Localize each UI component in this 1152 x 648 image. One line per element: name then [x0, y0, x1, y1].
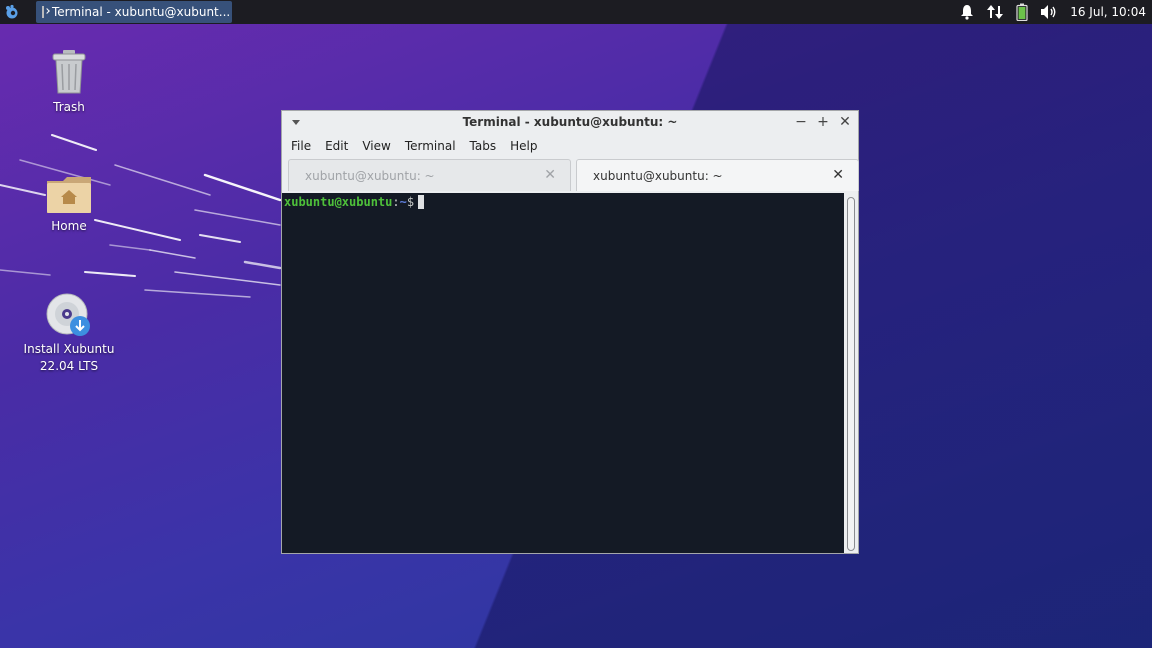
whisker-menu-button[interactable] — [0, 0, 24, 24]
terminal-scrollbar[interactable] — [845, 195, 857, 551]
tab-close-icon[interactable]: ✕ — [544, 167, 556, 183]
maximize-button[interactable]: + — [814, 113, 832, 131]
desktop-icon-label-line1: Install Xubuntu — [23, 342, 115, 356]
system-tray: 16 Jul, 10:04 — [960, 0, 1146, 24]
tab-2-active[interactable]: xubuntu@xubuntu: ~ ✕ — [576, 159, 859, 191]
minimize-button[interactable]: − — [792, 113, 810, 131]
terminal-window: Terminal - xubuntu@xubuntu: ~ − + ✕ File… — [281, 110, 859, 554]
bell-icon[interactable] — [960, 4, 974, 20]
desktop-icon-label-line2: 22.04 LTS — [39, 359, 99, 373]
window-titlebar[interactable]: Terminal - xubuntu@xubuntu: ~ − + ✕ — [282, 111, 858, 135]
close-button[interactable]: ✕ — [836, 113, 854, 131]
install-disc-icon — [46, 293, 90, 336]
xubuntu-mouse-icon — [6, 4, 18, 19]
terminal-icon — [42, 6, 44, 18]
volume-icon[interactable] — [1040, 4, 1058, 20]
tab-close-icon[interactable]: ✕ — [832, 167, 844, 183]
top-panel: Terminal - xubuntu@xubunt... 16 Jul, 10:… — [0, 0, 1152, 24]
taskbar-button-label: Terminal - xubuntu@xubunt... — [52, 5, 231, 19]
prompt-separator: : — [392, 195, 400, 209]
menu-file[interactable]: File — [291, 139, 311, 153]
menu-view[interactable]: View — [362, 139, 390, 153]
prompt-line: xubuntu@xubuntu:~$ — [284, 195, 425, 209]
battery-icon[interactable] — [1016, 3, 1028, 21]
prompt-user: xubuntu@xubuntu — [284, 195, 393, 209]
menu-edit[interactable]: Edit — [325, 139, 348, 153]
desktop-icon-home[interactable]: Home — [14, 175, 124, 235]
prompt-symbol: $ — [406, 195, 415, 209]
tab-bar: xubuntu@xubuntu: ~ ✕ xubuntu@xubuntu: ~ … — [287, 159, 859, 193]
home-folder-icon — [47, 177, 91, 213]
scrollbar-thumb[interactable] — [847, 197, 855, 551]
network-icon[interactable] — [986, 3, 1004, 21]
text-cursor — [418, 195, 425, 209]
window-title: Terminal - xubuntu@xubuntu: ~ — [462, 115, 678, 129]
prompt-path: ~ — [399, 195, 407, 209]
desktop-icon-install-xubuntu[interactable]: Install Xubuntu 22.04 LTS — [14, 292, 124, 375]
taskbar-terminal-button[interactable]: Terminal - xubuntu@xubunt... — [36, 1, 232, 23]
menu-help[interactable]: Help — [510, 139, 537, 153]
terminal-area[interactable]: xubuntu@xubuntu:~$ — [282, 193, 844, 553]
menu-tabs[interactable]: Tabs — [470, 139, 497, 153]
desktop-icon-trash[interactable]: Trash — [14, 48, 124, 116]
tab-1[interactable]: xubuntu@xubuntu: ~ ✕ — [288, 159, 571, 191]
desktop-icon-label: Home — [51, 219, 87, 233]
trash-icon — [52, 50, 86, 94]
menu-terminal[interactable]: Terminal — [405, 139, 456, 153]
tab-label: xubuntu@xubuntu: ~ — [593, 169, 723, 183]
menu-bar: File Edit View Terminal Tabs Help — [282, 135, 858, 157]
clock[interactable]: 16 Jul, 10:04 — [1070, 5, 1146, 19]
desktop-icon-label: Trash — [53, 100, 85, 114]
tab-label: xubuntu@xubuntu: ~ — [305, 169, 435, 183]
